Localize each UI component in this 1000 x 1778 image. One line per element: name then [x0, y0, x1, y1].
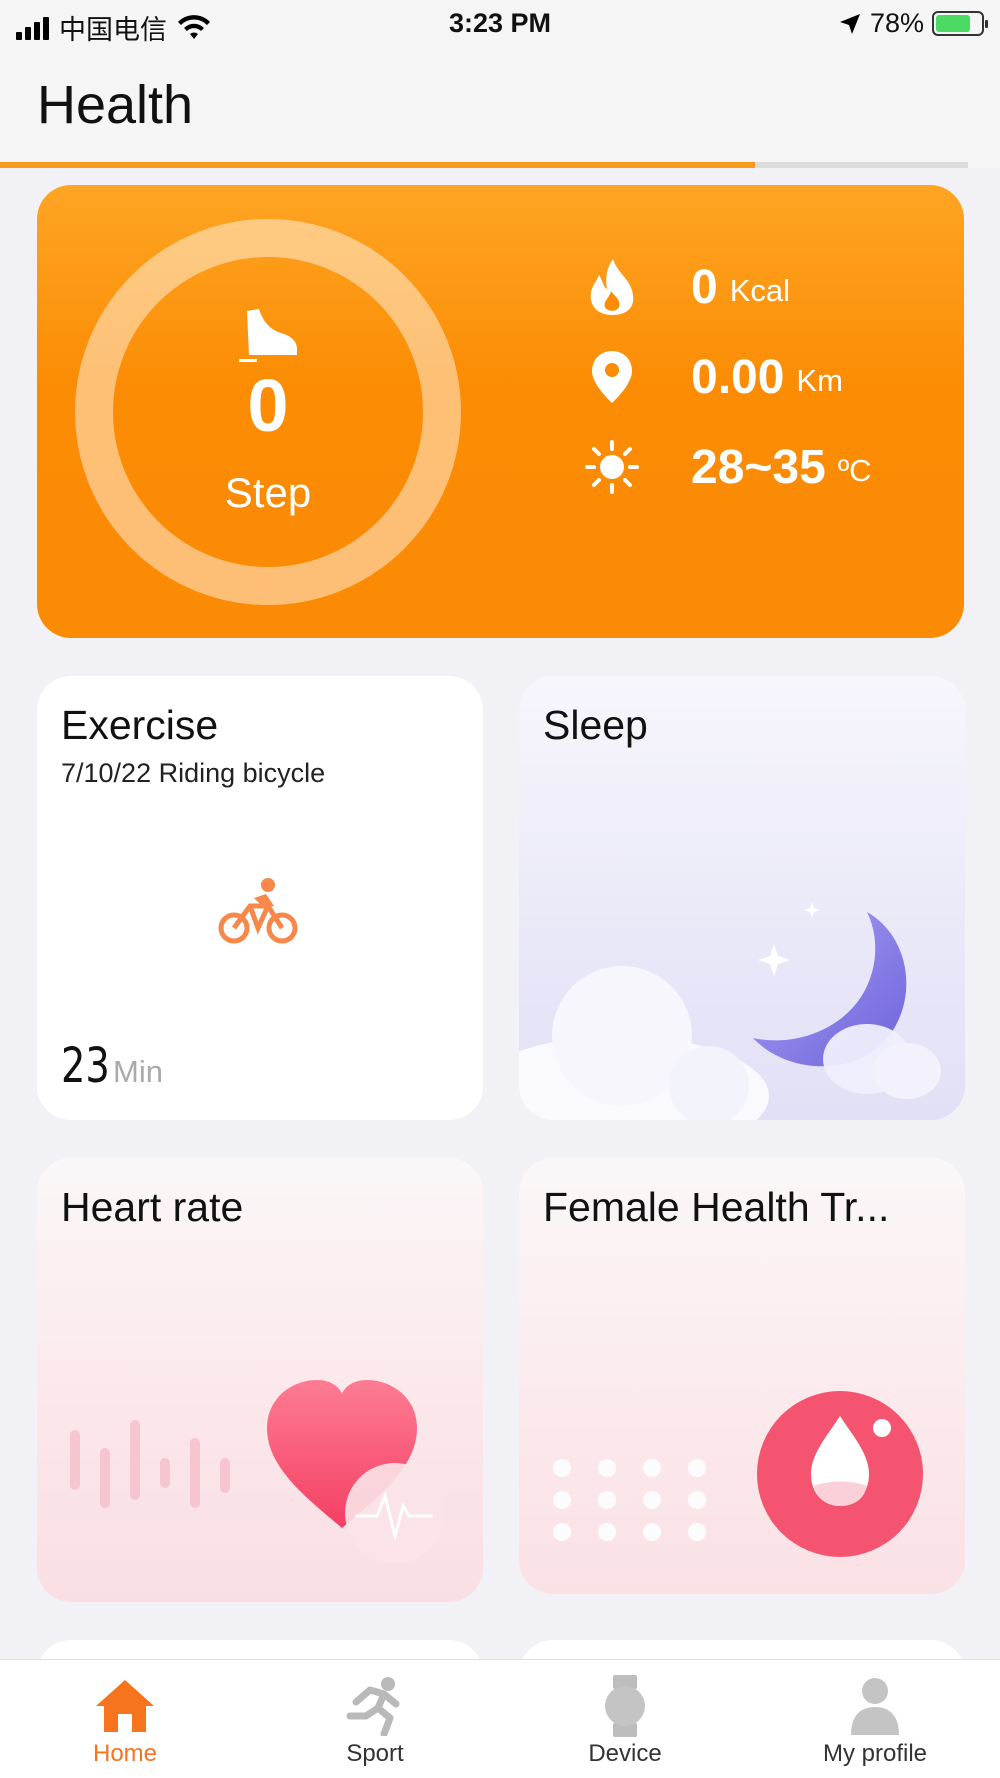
- location-pin-icon: [577, 345, 647, 409]
- home-icon: [90, 1676, 160, 1736]
- flame-icon: [577, 255, 647, 319]
- exercise-subtitle: 7/10/22 Riding bicycle: [61, 758, 326, 788]
- steps-value: 0: [247, 364, 289, 447]
- calories-unit: Kcal: [729, 273, 791, 308]
- tab-device-label: Device: [588, 1740, 662, 1767]
- exercise-title: Exercise: [61, 702, 219, 748]
- exercise-duration: 23 Min: [61, 1038, 163, 1094]
- running-person-icon: [340, 1676, 410, 1736]
- duration-value: 23: [61, 1038, 110, 1094]
- status-bar: 中国电信 3:23 PM 78%: [0, 0, 1000, 52]
- battery-icon: [932, 11, 988, 36]
- calories-value: 0: [691, 260, 718, 314]
- person-icon: [840, 1676, 910, 1736]
- sleep-card[interactable]: Sleep: [519, 676, 965, 1120]
- tab-my-profile[interactable]: My profile: [750, 1660, 1000, 1778]
- moon-cloud-illustration: [519, 902, 941, 1120]
- distance-value: 0.00: [691, 350, 785, 404]
- tab-sport-label: Sport: [346, 1740, 404, 1767]
- header: Health: [0, 52, 1000, 168]
- battery-percent: 78%: [869, 8, 924, 38]
- steps-label: Step: [224, 469, 312, 516]
- activity-summary-card[interactable]: 0 Step 0 Kcal 0.00 Km 28~35 ºC: [37, 185, 964, 638]
- tab-my-profile-label: My profile: [822, 1740, 928, 1767]
- distance-unit: Km: [796, 363, 843, 398]
- temperature-value: 28~35: [691, 440, 826, 494]
- heart-pulse-illustration: [70, 1380, 445, 1563]
- sun-icon: [577, 435, 647, 499]
- tab-home[interactable]: Home: [0, 1660, 250, 1778]
- tab-bar: Home Sport Device My profile: [0, 1659, 1000, 1778]
- exercise-card[interactable]: Exercise 7/10/22 Riding bicycle 23 Min: [37, 676, 483, 1120]
- heart-rate-card[interactable]: Heart rate: [37, 1158, 483, 1602]
- duration-unit: Min: [113, 1054, 163, 1089]
- distance-stat: 0.00 Km: [577, 345, 843, 409]
- female-health-card[interactable]: Female Health Tr...: [519, 1158, 965, 1594]
- progress-bar: [0, 162, 968, 168]
- progress-fill: [0, 162, 756, 168]
- location-arrow-icon: [839, 13, 860, 34]
- tab-sport[interactable]: Sport: [250, 1660, 500, 1778]
- tab-home-label: Home: [92, 1740, 158, 1767]
- bicycle-icon: [218, 878, 298, 944]
- page-title: Health: [37, 75, 194, 135]
- watch-icon: [590, 1675, 660, 1737]
- step-counter: 0 Step: [75, 219, 461, 605]
- drop-illustration: [553, 1391, 923, 1557]
- weather-stat: 28~35 ºC: [577, 435, 872, 499]
- calories-stat: 0 Kcal: [577, 255, 790, 319]
- temperature-unit: ºC: [837, 453, 872, 488]
- shoe-icon: [239, 309, 297, 362]
- status-right: 78%: [838, 8, 988, 39]
- tab-device[interactable]: Device: [500, 1660, 750, 1778]
